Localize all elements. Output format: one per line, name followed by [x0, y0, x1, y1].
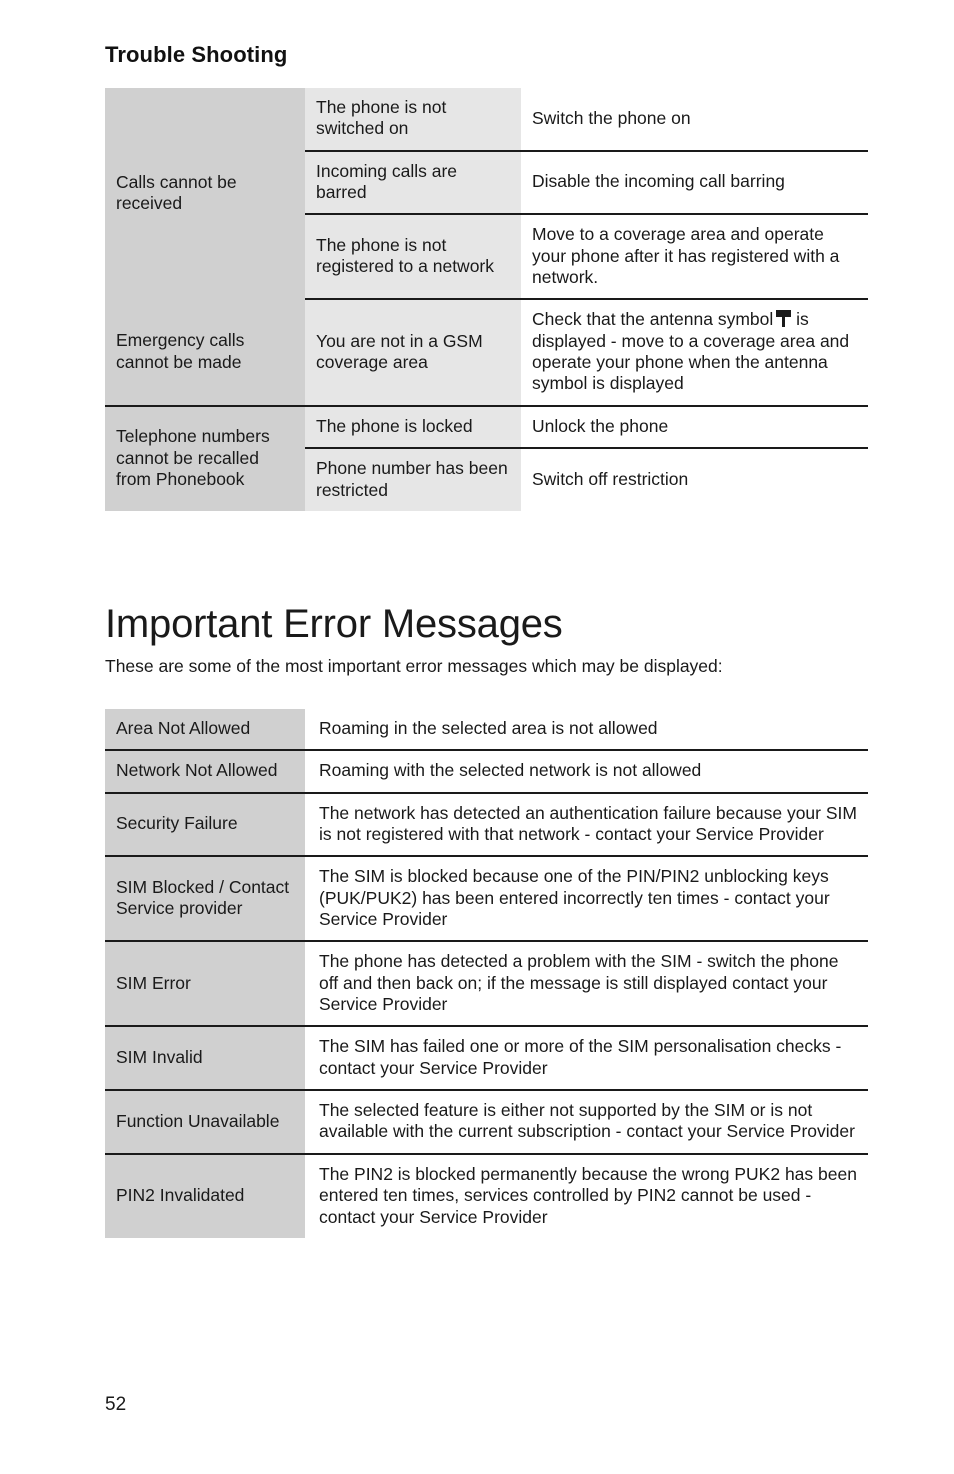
remedy-cell: Disable the incoming call barring — [521, 150, 868, 216]
table-row: Network Not Allowed Roaming with the sel… — [105, 750, 868, 794]
error-message-cell: SIM Error — [105, 941, 305, 1028]
remedy-cell: Unlock the phone — [521, 405, 868, 450]
table-row: PIN2 Invalidated The PIN2 is blocked per… — [105, 1153, 868, 1238]
error-message-cell: Function Unavailable — [105, 1090, 305, 1155]
table-row: Function Unavailable The selected featur… — [105, 1090, 868, 1155]
troubleshooting-table: Calls cannot be received The phone is no… — [105, 88, 868, 512]
cause-cell: The phone is locked — [305, 405, 521, 450]
table-row: SIM Blocked / Contact Service provider T… — [105, 856, 868, 943]
error-description-cell: Roaming in the selected area is not allo… — [305, 709, 868, 752]
intro-paragraph: These are some of the most important err… — [105, 656, 723, 676]
error-description-cell: The SIM is blocked because one of the PI… — [305, 856, 868, 943]
cause-cell: Incoming calls are barred — [305, 150, 521, 216]
cause-cell: You are not in a GSM coverage area — [305, 299, 521, 407]
cause-cell: The phone is not switched on — [305, 88, 521, 152]
error-description-cell: The phone has detected a problem with th… — [305, 941, 868, 1028]
error-message-cell: PIN2 Invalidated — [105, 1153, 305, 1238]
table-row: SIM Error The phone has detected a probl… — [105, 941, 868, 1028]
remedy-cell: Switch the phone on — [521, 88, 868, 152]
error-messages-table: Area Not Allowed Roaming in the selected… — [105, 709, 868, 1238]
error-message-cell: SIM Invalid — [105, 1026, 305, 1092]
table-row: Telephone numbers cannot be recalled fro… — [105, 405, 868, 512]
cause-cell: The phone is not registered to a network — [305, 214, 521, 301]
symptom-cell: Emergency calls cannot be made — [105, 299, 305, 407]
section-title: Trouble Shooting — [105, 42, 288, 67]
table-row: Security Failure The network has detecte… — [105, 792, 868, 858]
table-row: Calls cannot be received The phone is no… — [105, 88, 868, 300]
error-description-cell: The PIN2 is blocked permanently because … — [305, 1153, 868, 1238]
error-description-cell: The network has detected an authenticati… — [305, 792, 868, 858]
chapter-heading-block: Important Error Messages These are some … — [0, 604, 954, 677]
error-message-cell: Security Failure — [105, 792, 305, 858]
document-page: Trouble Shooting Calls cannot be receive… — [0, 0, 954, 1474]
error-description-cell: The selected feature is either not suppo… — [305, 1090, 868, 1155]
cause-cell: Phone number has been restricted — [305, 448, 521, 512]
remedy-cell: Move to a coverage area and operate your… — [521, 214, 868, 301]
table-row: Area Not Allowed Roaming in the selected… — [105, 709, 868, 752]
error-message-cell: Area Not Allowed — [105, 709, 305, 752]
table-row: Emergency calls cannot be made You are n… — [105, 299, 868, 407]
table-row: SIM Invalid The SIM has failed one or mo… — [105, 1026, 868, 1092]
page-title: Important Error Messages — [105, 602, 563, 646]
error-message-cell: SIM Blocked / Contact Service provider — [105, 856, 305, 943]
error-description-cell: Roaming with the selected network is not… — [305, 750, 868, 794]
remedy-cell: Switch off restriction — [521, 448, 868, 512]
symptom-cell: Telephone numbers cannot be recalled fro… — [105, 405, 305, 512]
remedy-text-before-icon: Check that the antenna symbol — [532, 309, 774, 330]
page-number: 52 — [105, 1394, 127, 1415]
remedy-cell: Check that the antenna symbol is display… — [521, 299, 868, 407]
error-description-cell: The SIM has failed one or more of the SI… — [305, 1026, 868, 1092]
error-message-cell: Network Not Allowed — [105, 750, 305, 794]
antenna-icon — [776, 310, 792, 328]
symptom-cell: Calls cannot be received — [105, 88, 305, 300]
